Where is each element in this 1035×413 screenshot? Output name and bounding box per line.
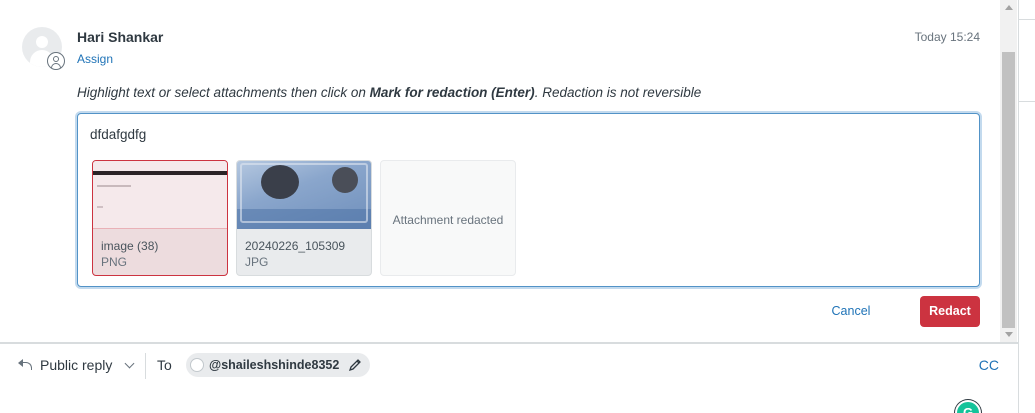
- assign-link[interactable]: Assign: [77, 52, 113, 66]
- scroll-up-arrow-icon[interactable]: [1005, 5, 1013, 10]
- comment-author: Hari Shankar: [77, 29, 164, 45]
- panel-divider: [1019, 101, 1035, 102]
- attachment-name: 20240226_105309: [245, 239, 346, 253]
- panel-divider: [1019, 19, 1035, 20]
- attachment-type: JPG: [245, 255, 269, 269]
- attachment-thumbnail: [237, 161, 371, 229]
- recipient-avatar-icon: [190, 358, 204, 372]
- conversation-scrollbar[interactable]: [1000, 0, 1017, 343]
- recipient-name: @shaileshshinde8352: [209, 358, 340, 372]
- reply-bar: Public reply To @shaileshshinde8352 CC: [0, 344, 1018, 413]
- instruction-shortcut: Mark for redaction (Enter): [369, 85, 535, 100]
- chevron-down-icon: [124, 358, 135, 368]
- right-panel-edge: [1018, 0, 1035, 413]
- reply-separator: [145, 353, 146, 379]
- cc-link[interactable]: CC: [979, 357, 999, 373]
- reply-type-dropdown[interactable]: Public reply: [18, 357, 135, 373]
- attachment-redacted-label: Attachment redacted: [392, 213, 504, 227]
- reply-type-label: Public reply: [40, 357, 113, 373]
- comment-timestamp: Today 15:24: [914, 30, 980, 44]
- cancel-button[interactable]: Cancel: [821, 296, 881, 326]
- redaction-instruction: Highlight text or select attachments the…: [77, 85, 701, 100]
- instruction-warning: . Redaction is not reversible: [534, 85, 702, 100]
- redact-button[interactable]: Redact: [920, 296, 980, 327]
- attachment-name: image (38): [101, 239, 159, 253]
- recipient-chip[interactable]: @shaileshshinde8352: [186, 353, 371, 377]
- reply-arrow-icon: [18, 359, 32, 371]
- scroll-thumb[interactable]: [1002, 52, 1015, 328]
- attachment-card-redacted: Attachment redacted: [380, 160, 516, 276]
- attachment-thumbnail: [93, 161, 227, 229]
- comment-body-text[interactable]: dfdafgdfg: [90, 127, 146, 142]
- pencil-icon[interactable]: [348, 358, 362, 372]
- attachment-card[interactable]: 20240226_105309 JPG: [236, 160, 372, 276]
- user-badge-icon: [47, 52, 65, 70]
- attachment-card-selected[interactable]: image (38) PNG: [92, 160, 228, 276]
- redaction-editor[interactable]: dfdafgdfg image (38) PNG 20240226_105309…: [77, 113, 980, 287]
- instruction-text: Highlight text or select attachments the…: [77, 85, 370, 100]
- to-label: To: [157, 357, 172, 373]
- attachment-type: PNG: [101, 255, 128, 269]
- scroll-down-arrow-icon[interactable]: [1005, 332, 1013, 337]
